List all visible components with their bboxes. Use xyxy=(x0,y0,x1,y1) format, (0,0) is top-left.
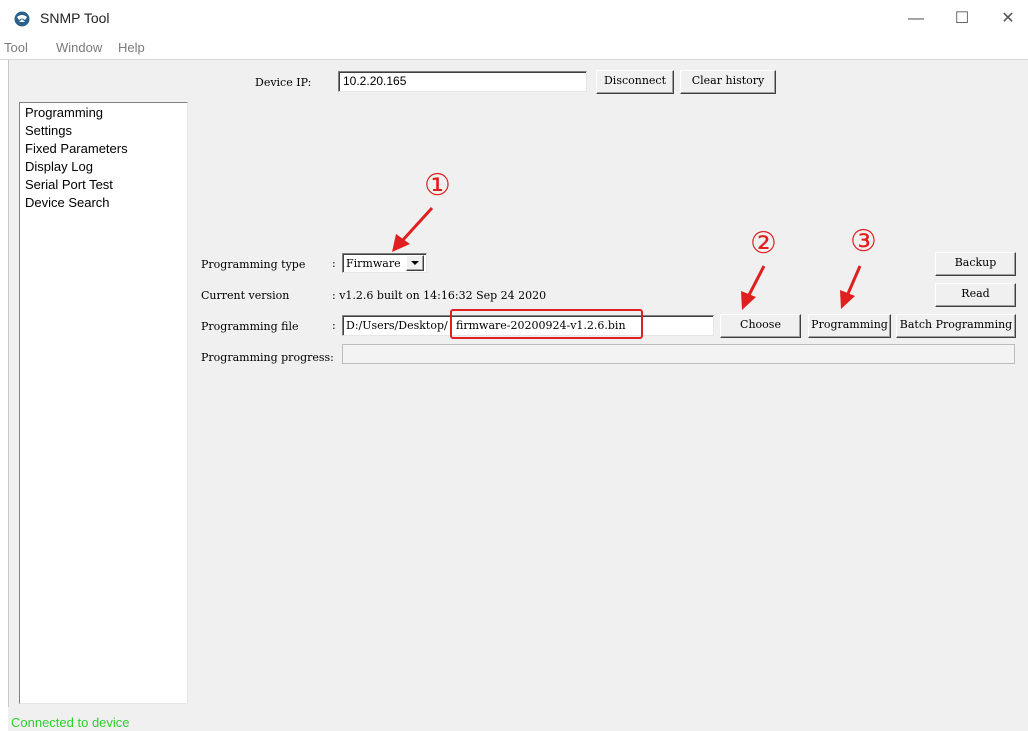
batch-programming-label: Batch Programming xyxy=(899,318,1013,331)
highlight-box xyxy=(450,309,643,339)
programming-type-label: Programming type xyxy=(201,258,306,271)
menu-help[interactable]: Help xyxy=(118,40,145,55)
nav-list: Programming Settings Fixed Parameters Di… xyxy=(19,102,188,704)
minimize-button[interactable]: — xyxy=(898,6,934,32)
maximize-icon: ☐ xyxy=(954,10,970,27)
read-button[interactable]: Read xyxy=(935,283,1016,307)
programming-type-select[interactable]: Firmware xyxy=(342,253,427,273)
window-title: SNMP Tool xyxy=(40,10,110,26)
programming-progress-bar xyxy=(342,344,1015,364)
step-2-marker: ② xyxy=(750,226,777,261)
clear-history-button[interactable]: Clear history xyxy=(680,70,776,94)
menu-window[interactable]: Window xyxy=(56,40,102,55)
backup-label: Backup xyxy=(954,256,997,269)
programming-file-prefix: D:/Users/Desktop/ xyxy=(346,319,448,332)
programming-button[interactable]: Programming xyxy=(808,314,891,338)
close-button[interactable]: ✕ xyxy=(990,6,1026,32)
maximize-button[interactable]: ☐ xyxy=(944,6,980,32)
status-bar: Connected to device xyxy=(8,707,1028,731)
nav-item-serial-port-test[interactable]: Serial Port Test xyxy=(25,176,113,194)
nav-item-fixed-parameters[interactable]: Fixed Parameters xyxy=(25,140,128,158)
nav-item-settings[interactable]: Settings xyxy=(25,122,72,140)
batch-programming-button[interactable]: Batch Programming xyxy=(896,314,1016,338)
disconnect-button[interactable]: Disconnect xyxy=(596,70,674,94)
current-version-label: Current version xyxy=(201,289,290,302)
programming-progress-label: Programming progress: xyxy=(201,351,334,364)
programming-file-label: Programming file xyxy=(201,320,299,333)
disconnect-label: Disconnect xyxy=(603,74,667,87)
step-1-marker: ① xyxy=(424,168,451,203)
nav-item-display-log[interactable]: Display Log xyxy=(25,158,93,176)
chevron-down-icon xyxy=(411,261,419,265)
title-bar: SNMP Tool — ☐ ✕ xyxy=(0,0,1028,38)
device-ip-label: Device IP: xyxy=(255,76,312,89)
choose-button[interactable]: Choose xyxy=(720,314,801,338)
dropdown-button[interactable] xyxy=(406,255,424,271)
programming-label: Programming xyxy=(811,318,888,331)
programming-type-value: Firmware xyxy=(346,257,401,270)
programming-type-colon: : xyxy=(332,257,336,270)
current-version-value: : v1.2.6 built on 14:16:32 Sep 24 2020 xyxy=(332,289,547,302)
device-ip-value: 10.2.20.165 xyxy=(343,74,407,88)
choose-label: Choose xyxy=(740,318,781,331)
read-label: Read xyxy=(961,287,990,300)
nav-item-device-search[interactable]: Device Search xyxy=(25,194,110,212)
device-ip-input[interactable]: 10.2.20.165 xyxy=(338,71,587,92)
step-3-marker: ③ xyxy=(850,224,877,259)
menu-tool[interactable]: Tool xyxy=(4,40,28,55)
nav-item-programming[interactable]: Programming xyxy=(25,104,103,122)
clear-history-label: Clear history xyxy=(691,74,765,87)
connection-status: Connected to device xyxy=(11,715,130,730)
close-icon: ✕ xyxy=(1001,10,1015,27)
programming-file-colon: : xyxy=(332,319,336,332)
minimize-icon: — xyxy=(908,10,924,27)
app-icon xyxy=(14,11,30,27)
menu-bar: Tool Window Help xyxy=(0,38,1028,60)
backup-button[interactable]: Backup xyxy=(935,252,1016,276)
